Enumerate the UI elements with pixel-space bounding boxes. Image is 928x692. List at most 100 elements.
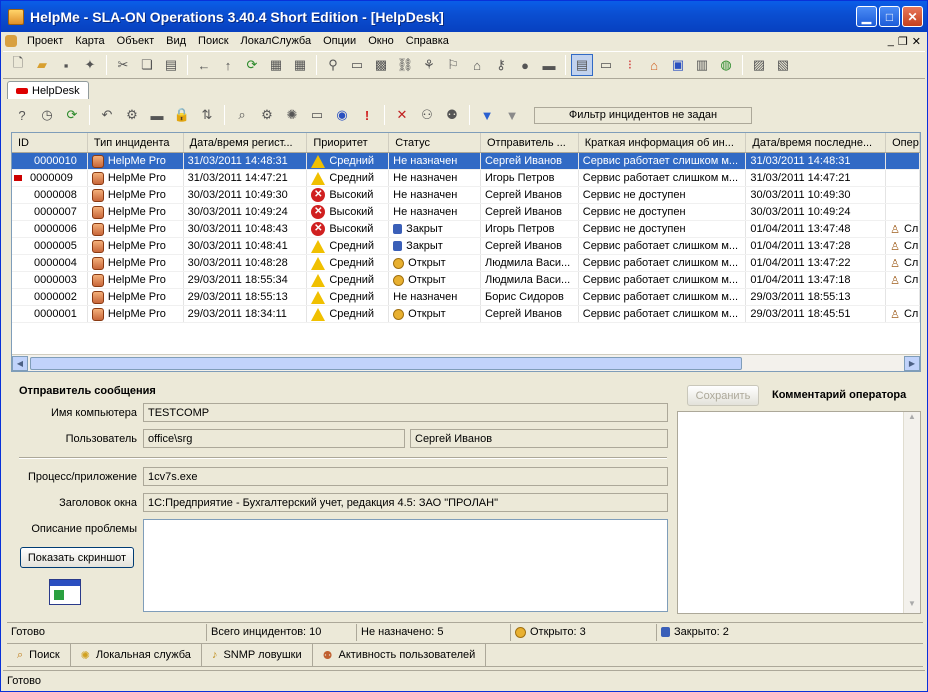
info-icon[interactable]: ◉ — [331, 104, 353, 126]
table-row[interactable]: 0000003 HelpMe Pro 29/03/2011 18:55:34 Сред… — [12, 272, 920, 289]
refresh-icon[interactable]: ⟳ — [241, 54, 263, 76]
calendar-icon[interactable]: ▦ — [289, 54, 311, 76]
up-icon[interactable]: ↑ — [217, 54, 239, 76]
menu-search[interactable]: Поиск — [192, 35, 234, 47]
column-header-type[interactable]: Тип инцидента — [88, 133, 184, 152]
tab-helpdesk[interactable]: HelpDesk — [7, 81, 89, 99]
menu-object[interactable]: Объект — [111, 35, 160, 47]
operator-comment-field[interactable]: ▲ ▼ — [677, 411, 921, 614]
table-row[interactable]: 0000002 HelpMe Pro 29/03/2011 18:55:13 Сред… — [12, 289, 920, 306]
table-row[interactable]: 0000007 HelpMe Pro 30/03/2011 10:49:24 ✕ Выс… — [12, 204, 920, 221]
screenshot-icon[interactable] — [49, 579, 81, 605]
mdi-restore-icon[interactable]: ❐ — [898, 35, 908, 48]
column-header-summary[interactable]: Краткая информация об ин... — [579, 133, 747, 152]
monitor-icon[interactable]: ▬ — [538, 54, 560, 76]
nav-local-service[interactable]: ✺ Локальная служба — [71, 644, 202, 666]
users-search-icon[interactable]: ⚇ — [416, 104, 438, 126]
question-icon[interactable]: ? — [11, 104, 33, 126]
open-folder-icon[interactable]: ▰ — [31, 54, 53, 76]
wand-icon[interactable]: ✦ — [79, 54, 101, 76]
show-screenshot-button[interactable]: Показать скриншот — [20, 547, 134, 568]
cut-icon[interactable]: ✂ — [112, 54, 134, 76]
table-row[interactable]: 0000005 HelpMe Pro 30/03/2011 10:48:41 Сред… — [12, 238, 920, 255]
column-header-sender[interactable]: Отправитель ... — [481, 133, 579, 152]
back-icon[interactable]: ← — [193, 54, 215, 76]
properties-icon[interactable]: ▨ — [748, 54, 770, 76]
maximize-button[interactable]: □ — [879, 6, 900, 27]
delete-flag-icon[interactable]: ✕ — [391, 104, 413, 126]
gear-icon[interactable]: ⚙ — [256, 104, 278, 126]
transfer-icon[interactable]: ⇅ — [196, 104, 218, 126]
network-icon[interactable]: ⚘ — [418, 54, 440, 76]
horizontal-scrollbar[interactable]: ◀ ▶ — [12, 354, 920, 371]
scroll-thumb[interactable] — [30, 356, 742, 370]
export-icon[interactable]: ▧ — [772, 54, 794, 76]
filter-icon[interactable]: ▼ — [476, 104, 498, 126]
nav-user-activity[interactable]: ⚉ Активность пользователей — [313, 644, 487, 666]
scroll-right-icon[interactable]: ▶ — [904, 355, 920, 371]
users-icon[interactable]: ⚉ — [441, 104, 463, 126]
map-icon[interactable]: ▩ — [370, 54, 392, 76]
table-row[interactable]: 0000001 HelpMe Pro 29/03/2011 18:34:11 Сред… — [12, 306, 920, 323]
menu-options[interactable]: Опции — [317, 35, 362, 47]
globe-icon[interactable]: ◍ — [715, 54, 737, 76]
lock-icon[interactable]: 🔒 — [171, 104, 193, 126]
cog-icon[interactable]: ✺ — [281, 104, 303, 126]
tree-icon[interactable]: ⚲ — [322, 54, 344, 76]
description-field[interactable] — [143, 519, 668, 612]
tag-icon[interactable]: ⌂ — [466, 54, 488, 76]
clear-filter-icon[interactable]: ▼ — [501, 104, 523, 126]
layers-icon[interactable]: ▥ — [691, 54, 713, 76]
nav-snmp[interactable]: ♪ SNMP ловушки — [202, 644, 313, 666]
disk-icon[interactable]: ● — [514, 54, 536, 76]
menu-window[interactable]: Окно — [362, 35, 400, 47]
new-icon[interactable]: 🗋 — [7, 54, 29, 76]
grid-icon[interactable]: ▦ — [265, 54, 287, 76]
column-header-status[interactable]: Статус — [389, 133, 481, 152]
menu-project[interactable]: Проект — [21, 35, 69, 47]
mdi-minimize-icon[interactable]: _ — [888, 35, 894, 47]
search-icon[interactable]: ⌕ — [231, 104, 253, 126]
column-header-last-update[interactable]: Дата/время последне... — [746, 133, 887, 152]
minimize-button[interactable]: ▁ — [856, 6, 877, 27]
table-row[interactable]: 0000009 HelpMe Pro 31/03/2011 14:47:21 Сред… — [12, 170, 920, 187]
pin-icon[interactable]: ⚐ — [442, 54, 464, 76]
ticket-icon[interactable]: ▬ — [146, 104, 168, 126]
menu-view[interactable]: Вид — [160, 35, 192, 47]
alert-icon[interactable]: ! — [356, 104, 378, 126]
link-icon[interactable]: ⛓ — [394, 54, 416, 76]
clock-icon[interactable]: ◷ — [36, 104, 58, 126]
reload-icon[interactable]: ⟳ — [61, 104, 83, 126]
column-header-id[interactable]: ID — [12, 133, 88, 152]
close-button[interactable]: ✕ — [902, 6, 923, 27]
scroll-left-icon[interactable]: ◀ — [12, 355, 28, 371]
table-row[interactable]: 0000008 HelpMe Pro 30/03/2011 10:49:30 ✕ Выс… — [12, 187, 920, 204]
save-icon[interactable]: ▪ — [55, 54, 77, 76]
column-header-registered[interactable]: Дата/время регист... — [184, 133, 308, 152]
traffic-light-icon[interactable]: ⁝ — [619, 54, 641, 76]
assign-icon[interactable]: ⚙ — [121, 104, 143, 126]
table-row[interactable]: 0000010 HelpMe Pro 31/03/2011 14:48:31 Сред… — [12, 153, 920, 170]
save-comment-button[interactable]: Сохранить — [687, 385, 759, 406]
menu-local-service[interactable]: ЛокалСлужба — [235, 35, 318, 47]
vertical-scrollbar[interactable]: ▲ ▼ — [903, 412, 920, 613]
menu-help[interactable]: Справка — [400, 35, 455, 47]
column-header-operator[interactable]: Опера — [886, 133, 920, 152]
table-row[interactable]: 0000006 HelpMe Pro 30/03/2011 10:48:43 ✕ Выс… — [12, 221, 920, 238]
layout-list-icon[interactable]: ▤ — [571, 54, 593, 76]
menu-map[interactable]: Карта — [69, 35, 110, 47]
window-icon[interactable]: ▭ — [346, 54, 368, 76]
undo-icon[interactable]: ↶ — [96, 104, 118, 126]
column-header-priority[interactable]: Приоритет — [307, 133, 390, 152]
nav-search[interactable]: ⌕ Поиск — [7, 644, 71, 666]
computer-icon[interactable]: ▭ — [306, 104, 328, 126]
key-icon[interactable]: ⚷ — [490, 54, 512, 76]
mdi-close-icon[interactable]: ✕ — [912, 35, 921, 48]
table-row[interactable]: 0000004 HelpMe Pro 30/03/2011 10:48:28 Сред… — [12, 255, 920, 272]
layout-panel-icon[interactable]: ▭ — [595, 54, 617, 76]
copy-icon[interactable]: ❏ — [136, 54, 158, 76]
screen-icon[interactable]: ▣ — [667, 54, 689, 76]
home-icon[interactable]: ⌂ — [643, 54, 665, 76]
paste-icon[interactable]: ▤ — [160, 54, 182, 76]
cell-operator-text: Сл — [903, 308, 919, 320]
